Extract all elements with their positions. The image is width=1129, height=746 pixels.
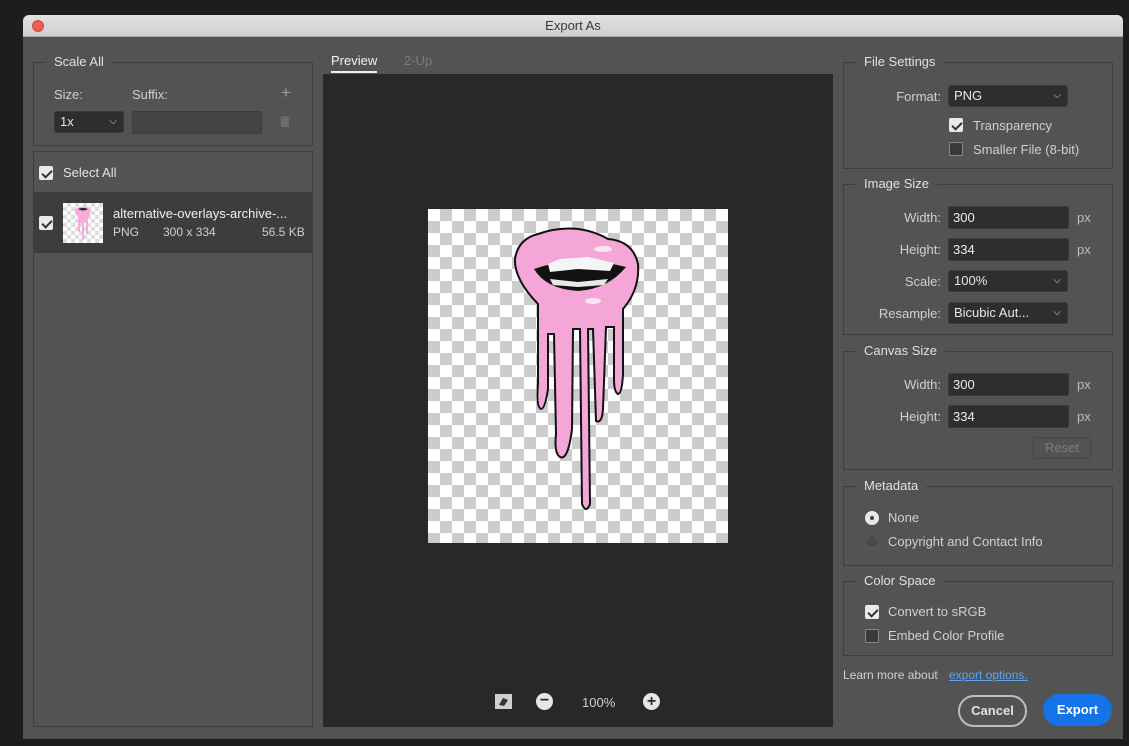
format-value: PNG — [954, 88, 983, 103]
asset-dimensions: 300 x 334 — [163, 225, 216, 239]
resample-select[interactable]: Bicubic Aut... ⌵ — [948, 302, 1068, 324]
preview-image — [428, 209, 728, 543]
canvas-height-label: Height: — [899, 409, 941, 424]
asset-name: alternative-overlays-archive-... — [113, 206, 288, 221]
cancel-button[interactable]: Cancel — [958, 695, 1027, 727]
transparency-label: Transparency — [973, 118, 1052, 133]
convert-srgb-checkbox[interactable] — [865, 605, 879, 619]
size-select[interactable]: 1x ⌵ — [54, 111, 124, 133]
scale-select[interactable]: 100% ⌵ — [948, 270, 1068, 292]
transparency-checkbox[interactable] — [949, 118, 963, 132]
canvas-height-unit: px — [1077, 409, 1091, 424]
plus-icon[interactable]: + — [281, 83, 291, 103]
chevron-down-icon: ⌵ — [109, 116, 117, 127]
zoom-in-icon[interactable]: + — [643, 693, 660, 710]
canvas-width-input[interactable]: 300 — [948, 373, 1069, 396]
resample-label: Resample: — [878, 306, 941, 321]
color-space-group: Color Space Convert to sRGB Embed Color … — [843, 573, 1113, 656]
reset-button[interactable]: Reset — [1033, 437, 1091, 459]
format-select[interactable]: PNG ⌵ — [948, 85, 1068, 107]
title-bar: Export As — [23, 15, 1123, 37]
chevron-down-icon: ⌵ — [1053, 307, 1061, 318]
canvas-size-legend: Canvas Size — [856, 343, 945, 358]
chevron-down-icon: ⌵ — [1053, 90, 1061, 101]
embed-profile-label: Embed Color Profile — [888, 628, 1005, 643]
smaller-file-checkbox[interactable] — [949, 142, 963, 156]
embed-profile-checkbox[interactable] — [865, 629, 879, 643]
canvas-size-group: Canvas Size Width: 300 px Height: 334 px… — [843, 343, 1113, 470]
tab-2-up[interactable]: 2-Up — [404, 53, 432, 68]
suffix-input[interactable] — [132, 111, 262, 134]
color-space-legend: Color Space — [856, 573, 944, 588]
resample-value: Bicubic Aut... — [954, 305, 1030, 320]
image-height-input[interactable]: 334 — [948, 238, 1069, 261]
canvas-width-label: Width: — [904, 377, 941, 392]
file-settings-legend: File Settings — [856, 54, 944, 69]
image-width-unit: px — [1077, 210, 1091, 225]
close-window-button[interactable] — [32, 20, 44, 32]
metadata-none-radio[interactable] — [865, 511, 879, 525]
size-value: 1x — [60, 114, 74, 129]
metadata-copyright-label: Copyright and Contact Info — [888, 534, 1043, 549]
tab-preview[interactable]: Preview — [331, 53, 378, 73]
image-height-label: Height: — [899, 242, 941, 257]
file-settings-group: File Settings Format: PNG ⌵ Transparency… — [843, 54, 1113, 169]
zoom-level: 100% — [582, 695, 616, 710]
fit-screen-icon[interactable] — [495, 694, 512, 709]
size-label: Size: — [54, 87, 83, 102]
image-width-input[interactable]: 300 — [948, 206, 1069, 229]
chevron-down-icon: ⌵ — [1053, 275, 1061, 286]
asset-checkbox[interactable] — [39, 216, 53, 230]
image-height-unit: px — [1077, 242, 1091, 257]
scale-label: Scale: — [904, 274, 941, 289]
suffix-label: Suffix: — [132, 87, 168, 102]
select-all-label: Select All — [63, 165, 117, 180]
image-size-legend: Image Size — [856, 176, 938, 191]
scale-value: 100% — [954, 273, 988, 288]
convert-srgb-label: Convert to sRGB — [888, 604, 987, 619]
asset-list-panel: Select All alternative-overlays-archive-… — [33, 151, 313, 727]
learn-more-text: Learn more about — [843, 668, 938, 682]
canvas-width-unit: px — [1077, 377, 1091, 392]
image-size-group: Image Size Width: 300 px Height: 334 px … — [843, 176, 1113, 335]
metadata-legend: Metadata — [856, 478, 927, 493]
metadata-copyright-radio[interactable] — [865, 535, 879, 549]
export-as-dialog: Export As Scale All Size: Suffix: + 1x ⌵… — [23, 15, 1123, 739]
asset-thumbnail — [63, 203, 103, 243]
asset-row[interactable]: alternative-overlays-archive-... PNG 300… — [34, 192, 312, 253]
asset-filesize: 56.5 KB — [262, 225, 305, 239]
image-width-label: Width: — [904, 210, 941, 225]
canvas-height-input[interactable]: 334 — [948, 405, 1069, 428]
asset-format: PNG — [113, 225, 140, 239]
select-all-checkbox[interactable] — [39, 166, 53, 180]
export-options-link[interactable]: export options. — [949, 668, 1028, 682]
smaller-file-label: Smaller File (8-bit) — [973, 142, 1080, 157]
trash-icon[interactable] — [280, 115, 290, 127]
format-label: Format: — [896, 89, 941, 104]
scale-all-group: Scale All Size: Suffix: + 1x ⌵ — [33, 54, 313, 146]
window-title: Export As — [545, 18, 601, 33]
zoom-out-icon[interactable]: − — [536, 693, 553, 710]
metadata-none-label: None — [888, 510, 920, 525]
scale-all-legend: Scale All — [46, 54, 112, 69]
preview-canvas: − 100% + — [323, 74, 833, 727]
metadata-group: Metadata None Copyright and Contact Info — [843, 478, 1113, 566]
export-button[interactable]: Export — [1043, 694, 1112, 726]
